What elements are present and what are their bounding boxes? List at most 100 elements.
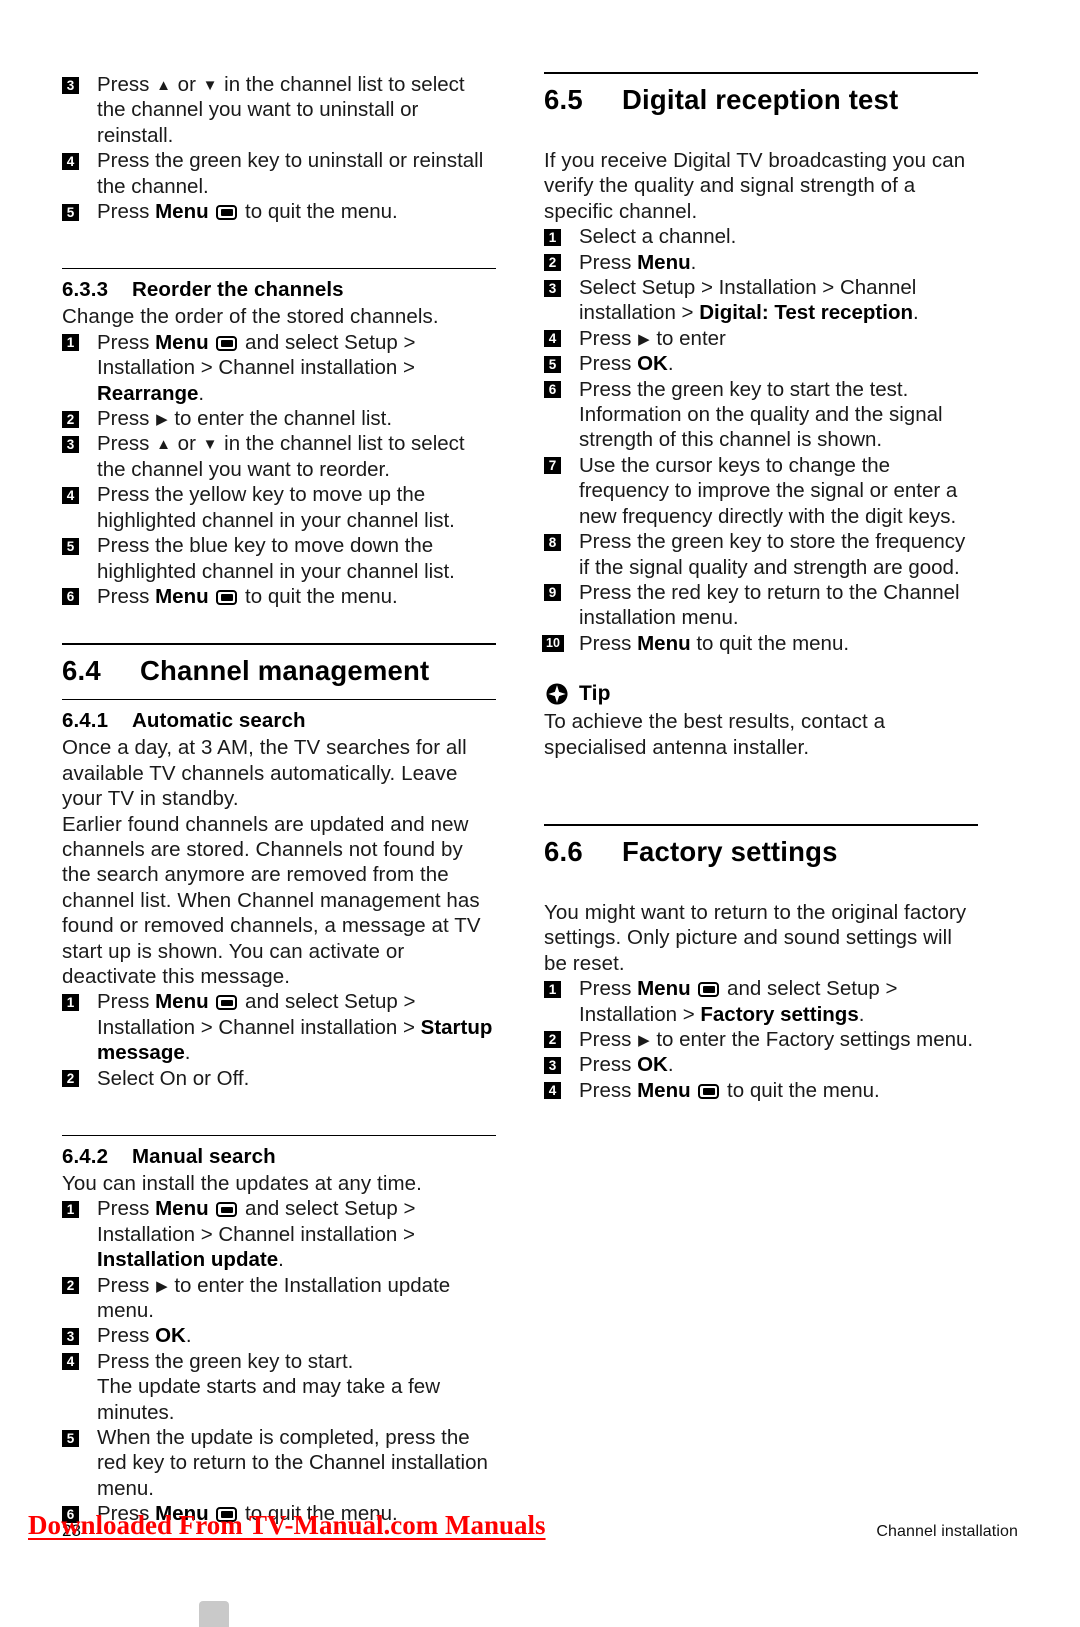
step-text: Select Setup > Installation > Channel in… <box>579 276 919 325</box>
numbered-step: 1 Select a channel. <box>544 224 978 249</box>
step-text: Press the green key to start. <box>97 1349 354 1373</box>
paragraph-641-2: Earlier found channels are updated and n… <box>62 812 481 988</box>
step-text: Press Menu to quit the menu. <box>579 631 850 655</box>
step-number-badge: 6 <box>544 381 561 399</box>
step-text: When the update is completed, press the … <box>97 1426 488 1500</box>
step-text: Press Menu. <box>579 250 697 274</box>
numbered-step: 2 Select On or Off. <box>62 1066 496 1091</box>
steps-66: 1 Press Menu and select Setup > Installat… <box>544 976 978 1103</box>
heading-title: Digital reception test <box>622 84 899 115</box>
step-number-badge: 3 <box>62 1327 79 1345</box>
two-column-layout: 3 Press ▲ or ▼ in the channel list to sel… <box>62 72 978 1527</box>
steps-641: 1 Press Menu and select Setup > Installat… <box>62 989 496 1091</box>
step-number-badge: 1 <box>62 993 79 1011</box>
numbered-step: 5 When the update is completed, press the… <box>62 1425 496 1501</box>
numbered-step: 2 Press ▶ to enter the Factory settings m… <box>544 1027 978 1052</box>
step-text: Press Menu and select Setup > Installati… <box>97 330 416 405</box>
step-number-badge: 3 <box>544 279 561 297</box>
numbered-step: 8 Press the green key to store the freque… <box>544 529 978 580</box>
step-number-badge: 3 <box>62 76 79 94</box>
numbered-step: 3 Press ▲ or ▼ in the channel list to sel… <box>62 431 496 482</box>
step-text: Press ▲ or ▼ in the channel list to sele… <box>97 432 465 481</box>
tip-label: Tip <box>579 682 611 706</box>
heading-number: 6.4.2 <box>62 1145 109 1168</box>
step-number-badge: 4 <box>544 330 561 348</box>
tip-text: To achieve the best results, contact a s… <box>544 710 886 759</box>
heading-title: Manual search <box>132 1145 276 1168</box>
numbered-step: 1 Press Menu and select Setup > Installat… <box>62 989 496 1065</box>
heading-6-4-1: 6.4.1 Automatic search <box>62 700 496 735</box>
numbered-step: 9 Press the red key to return to the Chan… <box>544 580 978 631</box>
numbered-step: 3 Press OK. <box>62 1323 496 1348</box>
step-number-badge: 10 <box>542 635 564 653</box>
step-number-badge: 4 <box>62 1353 79 1371</box>
step-number-badge: 5 <box>62 203 79 221</box>
numbered-step: 2 Press ▶ to enter the channel list. <box>62 406 496 431</box>
heading-title: Factory settings <box>622 835 838 867</box>
step-number-badge: 5 <box>62 1429 79 1447</box>
step-number-badge: 6 <box>62 588 79 606</box>
page-edge-tab <box>199 1601 229 1627</box>
step-text: Press OK. <box>579 1053 674 1077</box>
step-text: Press the blue key to move down the high… <box>97 534 455 583</box>
heading-6-5: 6.5 Digital reception test <box>544 74 978 128</box>
numbered-step: 7 Use the cursor keys to change the frequ… <box>544 453 978 529</box>
left-column: 3 Press ▲ or ▼ in the channel list to sel… <box>62 72 496 1527</box>
numbered-step: 2 Press Menu. <box>544 250 978 275</box>
step-text: Use the cursor keys to change the freque… <box>579 453 958 528</box>
steps-642: 1 Press Menu and select Setup > Installat… <box>62 1196 496 1526</box>
heading-number: 6.5 <box>544 84 583 115</box>
numbered-step: 10 Press Menu to quit the menu. <box>542 631 978 656</box>
step-number-badge: 5 <box>544 355 561 373</box>
continued-steps-list: 3 Press ▲ or ▼ in the channel list to sel… <box>62 72 496 224</box>
step-text: Press the red key to return to the Chann… <box>579 580 960 630</box>
numbered-step: 4 Press the yellow key to move up the hig… <box>62 482 496 533</box>
steps-633: 1 Press Menu and select Setup > Installat… <box>62 330 496 609</box>
step-number-badge: 4 <box>62 486 79 504</box>
numbered-step: 6 Press Menu to quit the menu. <box>62 584 496 609</box>
right-column: 6.5 Digital reception test If you receiv… <box>542 72 978 1527</box>
heading-6-4: 6.4 Channel management <box>62 645 496 699</box>
tip-star-icon <box>546 683 568 705</box>
step-number-badge: 2 <box>62 410 79 428</box>
numbered-step: 4 Press Menu to quit the menu. <box>544 1078 978 1103</box>
numbered-step: 4 Press the green key to start. <box>62 1349 496 1374</box>
heading-number: 6.3.3 <box>62 278 109 302</box>
numbered-step: 4 Press ▶ to enter <box>544 326 978 351</box>
heading-title: Automatic search <box>132 709 306 733</box>
downloaded-from-watermark[interactable]: Downloaded From TV-Manual.com Manuals <box>28 1510 546 1541</box>
step-number-badge: 3 <box>544 1056 561 1074</box>
step-text: Press Menu and select Setup > Installati… <box>97 990 493 1065</box>
numbered-step: 5 Press OK. <box>544 351 978 376</box>
numbered-step: 1 Press Menu and select Setup > Installat… <box>62 1196 496 1272</box>
step-text: Press Menu to quit the menu. <box>97 200 398 224</box>
intro-66: You might want to return to the original… <box>544 900 967 975</box>
heading-6-4-2: 6.4.2 Manual search <box>62 1136 496 1171</box>
step-text: Press ▶ to enter the Installation update… <box>97 1273 451 1323</box>
numbered-step: 4 Press the green key to uninstall or rei… <box>62 148 496 199</box>
step-note: The update starts and may take a few min… <box>97 1375 440 1424</box>
step-number-badge: 8 <box>544 533 561 551</box>
step-number-badge: 9 <box>544 584 561 602</box>
step-number-badge: 2 <box>544 1031 561 1049</box>
step-number-badge: 4 <box>544 1082 561 1100</box>
intro-65: If you receive Digital TV broadcasting y… <box>544 149 966 223</box>
step-text: Select On or Off. <box>97 1066 250 1090</box>
heading-title: Channel management <box>140 655 430 687</box>
step-text: Press OK. <box>97 1324 192 1348</box>
numbered-step: 5 Press Menu to quit the menu. <box>62 199 496 224</box>
intro-642: You can install the updates at any time. <box>62 1172 422 1195</box>
numbered-step: 6 Press the green key to start the test. <box>544 377 978 402</box>
numbered-step: 1 Press Menu and select Setup > Installat… <box>62 330 496 406</box>
step-number-badge: 2 <box>62 1070 79 1088</box>
heading-number: 6.6 <box>544 835 583 867</box>
step-number-badge: 2 <box>544 254 561 272</box>
step-number-badge: 3 <box>62 435 79 453</box>
heading-6-3-3: 6.3.3 Reorder the channels <box>62 269 496 304</box>
step-number-badge: 1 <box>544 980 561 998</box>
footer-section-name: Channel installation <box>876 1523 1018 1540</box>
step-number-badge: 1 <box>544 228 561 246</box>
step-text: Press ▶ to enter the channel list. <box>97 407 393 431</box>
step-number-badge: 2 <box>62 1277 79 1295</box>
step-text: Press Menu to quit the menu. <box>97 584 398 608</box>
